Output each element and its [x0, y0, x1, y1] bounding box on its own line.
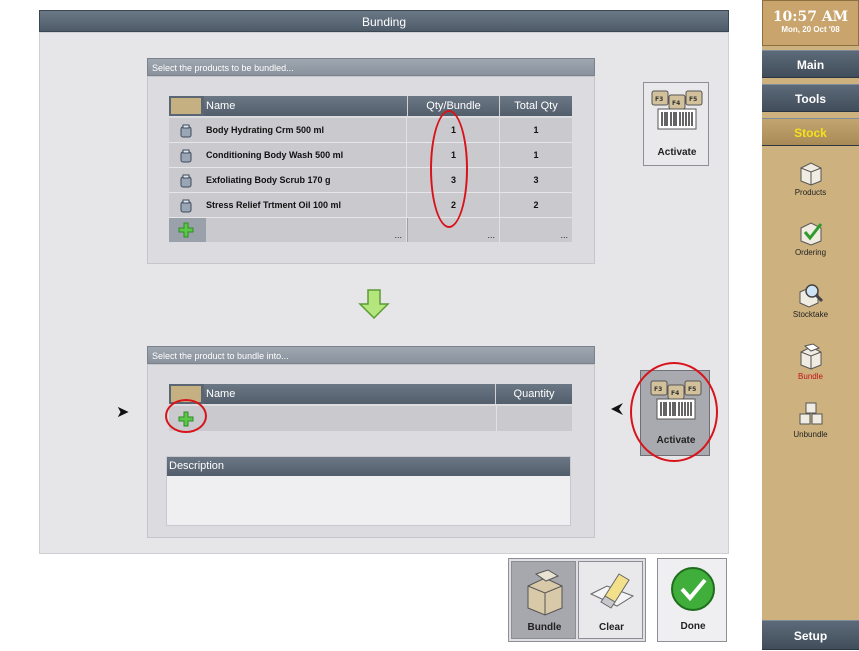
nav-stocktake[interactable]: Stocktake [762, 280, 859, 319]
barcode-keys-icon: F3 F4 F5 [651, 90, 703, 130]
row-total-qty: 2 [533, 200, 539, 210]
box-icon [527, 569, 563, 616]
table-row[interactable]: Body Hydrating Crm 500 ml 1 1 [169, 118, 572, 143]
checkmark-icon [671, 567, 715, 611]
ellipsis: ... [394, 230, 402, 240]
source-grid-header: Name Qty/Bundle Total Qty [169, 96, 572, 116]
source-grid-body: Body Hydrating Crm 500 ml 1 1 Conditioni… [169, 118, 572, 242]
clear-button[interactable]: Clear [578, 561, 643, 639]
clear-label: Clear [598, 622, 624, 633]
row-name: Exfoliating Body Scrub 170 g [206, 168, 407, 193]
product-icon [179, 149, 193, 166]
nav-bundle[interactable]: Bundle [762, 342, 859, 381]
nav-unbundle[interactable]: Unbundle [762, 400, 859, 439]
activate-label: Activate [657, 147, 697, 158]
add-product-plus-icon[interactable] [178, 222, 194, 241]
done-label: Done [680, 621, 706, 632]
add-total-cell[interactable]: ... [500, 218, 572, 242]
bundle-box-icon [800, 343, 821, 370]
svg-text:F4: F4 [672, 100, 680, 107]
unbundle-boxes-icon [799, 402, 822, 425]
nav-products[interactable]: Products [762, 158, 859, 197]
row-name: Conditioning Body Wash 500 ml [206, 143, 407, 168]
row-total-qty: 1 [533, 150, 539, 160]
svg-text:F5: F5 [689, 96, 697, 103]
ellipsis: ... [560, 230, 568, 240]
clock-time: 10:57 AM [772, 9, 849, 25]
table-row[interactable]: Exfoliating Body Scrub 170 g 3 3 [169, 168, 572, 193]
down-arrow-icon [358, 288, 390, 323]
column-quantity[interactable]: Quantity [496, 384, 572, 404]
add-row: ... ... ... [169, 218, 572, 242]
svg-text:F3: F3 [655, 96, 663, 103]
order-check-icon [800, 222, 822, 246]
ellipsis: ... [487, 230, 495, 240]
header-corner [171, 98, 201, 114]
sidebar: 10:57 AM Mon, 20 Oct '08 Main Tools Stoc… [762, 0, 859, 650]
content-area: Bunding Select the products to be bundle… [0, 0, 762, 650]
column-total-qty[interactable]: Total Qty [500, 96, 572, 116]
description-box[interactable]: Description [166, 456, 571, 526]
target-section-header: Select the product to bundle into... [147, 346, 595, 364]
target-grid-header: Name Quantity [169, 384, 572, 404]
box-icon [800, 162, 821, 186]
nav-stocktake-label: Stocktake [792, 310, 829, 319]
nav-main-button[interactable]: Main [762, 50, 859, 78]
row-name: Stress Relief Trtment Oil 100 ml [206, 193, 407, 218]
target-add-row[interactable] [169, 406, 572, 431]
nav-ordering[interactable]: Ordering [762, 218, 859, 257]
pointer-right-icon: ➤ [116, 404, 130, 421]
source-section-header: Select the products to be bundled... [147, 58, 595, 76]
add-name-cell[interactable]: ... [206, 218, 407, 242]
nav-setup-button[interactable]: Setup [762, 620, 859, 650]
highlight-oval [430, 110, 468, 228]
row-total-qty: 1 [533, 125, 539, 135]
pointer-left-icon [610, 402, 624, 419]
eraser-icon [589, 573, 635, 609]
nav-bundle-label: Bundle [798, 372, 823, 381]
description-label: Description [167, 457, 570, 476]
column-name[interactable]: Name [204, 384, 496, 404]
window-title: Bunding [39, 10, 729, 32]
product-icon [179, 124, 193, 141]
row-total-qty: 3 [533, 175, 539, 185]
column-name[interactable]: Name [204, 96, 408, 116]
highlight-oval [630, 362, 718, 462]
nav-tools-button[interactable]: Tools [762, 84, 859, 112]
nav-ordering-label: Ordering [794, 248, 827, 257]
nav-stock-button[interactable]: Stock [762, 118, 859, 146]
bundle-button[interactable]: Bundle [511, 561, 576, 639]
row-name: Body Hydrating Crm 500 ml [206, 118, 407, 143]
nav-unbundle-label: Unbundle [793, 430, 828, 439]
highlight-oval [165, 399, 207, 433]
clock: 10:57 AM Mon, 20 Oct '08 [762, 0, 859, 46]
clock-date: Mon, 20 Oct '08 [781, 25, 840, 34]
table-row[interactable]: Conditioning Body Wash 500 ml 1 1 [169, 143, 572, 168]
source-activate-button[interactable]: F3 F4 F5 Activate [643, 82, 709, 166]
product-icon [179, 199, 193, 216]
product-icon [179, 174, 193, 191]
column-divider [496, 406, 497, 431]
magnifier-icon [799, 284, 823, 308]
done-button[interactable]: Done [657, 558, 727, 642]
nav-products-label: Products [794, 188, 827, 197]
bundle-label: Bundle [527, 622, 562, 633]
table-row[interactable]: Stress Relief Trtment Oil 100 ml 2 2 [169, 193, 572, 218]
